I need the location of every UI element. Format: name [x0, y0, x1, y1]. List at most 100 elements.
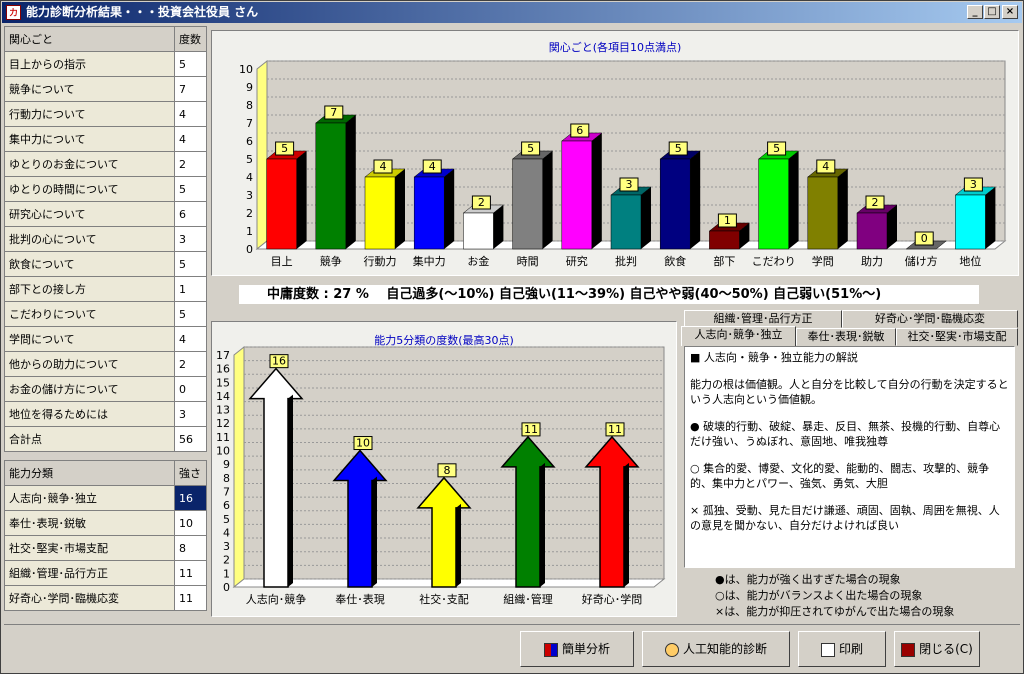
y-tick-label: 1 [246, 225, 253, 238]
y-tick-label: 10 [239, 63, 253, 76]
data-label: 5 [281, 142, 288, 155]
bar-shadow [288, 394, 293, 587]
explanation-heading: ■ 人志向・競争・独立能力の解説 [690, 351, 858, 364]
row-label: 競争について [4, 76, 175, 102]
table-row[interactable]: 合計点 56 [4, 426, 207, 452]
close-window-button[interactable]: × [1002, 5, 1018, 19]
close-button[interactable]: 閉じる(C) [894, 631, 980, 667]
y-tick-label: 17 [216, 349, 230, 362]
chart-icon [543, 642, 558, 657]
table-row[interactable]: 部下との接し方 1 [4, 276, 207, 302]
bar-shadow [540, 462, 545, 587]
x-tick-label: 奉仕･表現 [335, 592, 385, 606]
data-label: 7 [330, 106, 337, 119]
row-label: 奉仕･表現･鋭敏 [4, 510, 175, 536]
row-label: お金の儲け方について [4, 376, 175, 402]
bar [659, 158, 691, 250]
bar-side [395, 169, 405, 249]
x-tick-label: 人志向･競争 [246, 592, 307, 606]
bar [315, 122, 347, 250]
data-label: 10 [356, 437, 370, 450]
y-tick-label: 10 [216, 445, 230, 458]
x-tick-label: 集中力 [413, 254, 446, 268]
table-row[interactable]: ゆとりのお金について 2 [4, 151, 207, 177]
row-value: 8 [174, 535, 207, 561]
row-label: 飲食について [4, 251, 175, 277]
bar [856, 212, 888, 250]
maximize-button[interactable]: □ [984, 5, 1000, 19]
table-row[interactable]: 集中力について 4 [4, 126, 207, 152]
table-row[interactable]: 奉仕･表現･鋭敏 10 [4, 510, 207, 536]
tab-people-orientation[interactable]: 人志向･競争･独立 [681, 326, 796, 346]
x-tick-label: 部下 [713, 254, 735, 268]
chart-side-wall [256, 59, 268, 251]
row-label: 批判の心について [4, 226, 175, 252]
bar-side [542, 151, 553, 249]
row-value: 56 [174, 426, 207, 452]
table-row[interactable]: 行動力について 4 [4, 101, 207, 127]
simple-analysis-button[interactable]: 簡単分析 [520, 631, 634, 667]
y-tick-label: 2 [246, 207, 253, 220]
tab-service[interactable]: 奉仕･表現･鋭敏 [796, 328, 896, 346]
tab-curiosity[interactable]: 好奇心･学問･臨機応変 [842, 310, 1018, 328]
minimize-button[interactable]: _ [967, 5, 983, 19]
ai-diagnosis-button[interactable]: 人工知能的診断 [642, 631, 790, 667]
bar [709, 230, 740, 250]
y-tick-label: 3 [223, 540, 230, 553]
row-label: 研究心について [4, 201, 175, 227]
data-label: 11 [608, 423, 622, 436]
table-row[interactable]: 目上からの指示 5 [4, 51, 207, 77]
table-row[interactable]: 社交･堅実･市場支配 8 [4, 535, 207, 561]
tab-social[interactable]: 社交･堅実･市場支配 [896, 328, 1018, 346]
y-tick-label: 8 [223, 472, 230, 485]
row-value: 11 [174, 560, 207, 586]
ability-table: 能力分類 強さ 人志向･競争･独立 16 奉仕･表現･鋭敏 10 社交･堅実･市場支配 8 組織… [4, 460, 207, 611]
x-tick-label: 競争 [320, 254, 342, 268]
data-label: 1 [724, 214, 731, 227]
row-label: ゆとりのお金について [4, 151, 175, 177]
table-row[interactable]: 競争について 7 [4, 76, 207, 102]
y-tick-label: 5 [246, 153, 253, 166]
x-tick-label: 行動力 [364, 254, 397, 268]
row-value: 2 [174, 151, 207, 177]
print-button[interactable]: 印刷 [798, 631, 886, 667]
row-value: 0 [174, 376, 207, 402]
row-value: 4 [174, 126, 207, 152]
row-label: 他からの助力について [4, 351, 175, 377]
table-row[interactable]: 人志向･競争･独立 16 [4, 485, 207, 511]
y-tick-label: 1 [223, 567, 230, 580]
x-tick-label: お金 [467, 254, 489, 268]
table-row[interactable]: 学問について 4 [4, 326, 207, 352]
data-label: 4 [380, 160, 387, 173]
y-tick-label: 6 [223, 499, 230, 512]
y-tick-label: 14 [216, 390, 230, 403]
table-row[interactable]: お金の儲け方について 0 [4, 376, 207, 402]
table-row[interactable]: 他からの助力について 2 [4, 351, 207, 377]
table-row[interactable]: 好奇心･学問･臨機応変 11 [4, 585, 207, 611]
table-row[interactable]: 批判の心について 3 [4, 226, 207, 252]
row-value: 16 [174, 485, 207, 511]
table-row[interactable]: こだわりについて 5 [4, 301, 207, 327]
interest-chart: 0123456789105目上7競争4行動力4集中力2お金5時間6研究3批判5飲… [239, 59, 1007, 268]
y-tick-label: 12 [216, 417, 230, 430]
table-header: 関心ごと [4, 26, 175, 52]
table-row[interactable]: 地位を得るためには 3 [4, 401, 207, 427]
data-label: 8 [444, 464, 451, 477]
row-label: 地位を得るためには [4, 401, 175, 427]
y-tick-label: 11 [216, 431, 230, 444]
table-row[interactable]: 飲食について 5 [4, 251, 207, 277]
table-row[interactable]: ゆとりの時間について 5 [4, 176, 207, 202]
x-tick-label: 研究 [566, 254, 588, 268]
y-tick-label: 5 [223, 513, 230, 526]
row-label: 人志向･競争･独立 [4, 485, 175, 511]
x-tick-label: 目上 [271, 255, 293, 268]
table-row[interactable]: 組織･管理･品行方正 11 [4, 560, 207, 586]
data-label: 3 [970, 178, 977, 191]
data-label: 11 [524, 423, 538, 436]
data-label: 2 [872, 196, 879, 209]
app-window: 力 能力診断分析結果・・・投資会社役員 さん _ □ × 関心ごと 度数 目上からの… [0, 0, 1024, 674]
bar-side [345, 115, 356, 249]
row-label: ゆとりの時間について [4, 176, 175, 202]
table-row[interactable]: 研究心について 6 [4, 201, 207, 227]
bar [758, 158, 789, 250]
